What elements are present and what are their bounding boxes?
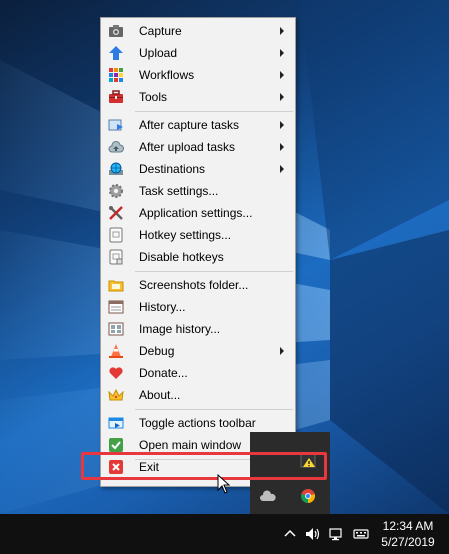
menu-item-label: After capture tasks	[139, 118, 240, 132]
menu-item-history[interactable]: History...	[102, 296, 294, 318]
menu-item-label: Donate...	[139, 366, 188, 380]
submenu-arrow-icon	[280, 347, 284, 355]
menu-item-label: Disable hotkeys	[139, 250, 224, 264]
menu-item-hotkey-settings[interactable]: Hotkey settings...	[102, 224, 294, 246]
tray-context-menu: Capture Upload Workflows Tools After cap…	[100, 17, 296, 487]
menu-item-application-settings[interactable]: Application settings...	[102, 202, 294, 224]
image-grid-icon	[108, 321, 124, 337]
menu-item-label: After upload tasks	[139, 140, 236, 154]
submenu-arrow-icon	[280, 49, 284, 57]
menu-item-label: About...	[139, 388, 181, 402]
menu-item-upload[interactable]: Upload	[102, 42, 294, 64]
submenu-arrow-icon	[280, 165, 284, 173]
history-window-icon	[108, 299, 124, 315]
menu-item-label: Workflows	[139, 68, 195, 82]
heart-icon	[108, 365, 124, 381]
menu-item-label: Upload	[139, 46, 178, 60]
onedrive-cloud-icon[interactable]	[260, 488, 276, 504]
menu-item-label: Capture	[139, 24, 182, 38]
menu-item-toggle-actions-toolbar[interactable]: Toggle actions toolbar	[102, 412, 294, 434]
submenu-arrow-icon	[280, 121, 284, 129]
folder-icon	[108, 277, 124, 293]
menu-item-label: Application settings...	[139, 206, 253, 220]
camera-icon	[108, 23, 124, 39]
keyboard-icon[interactable]	[353, 526, 369, 542]
submenu-arrow-icon	[280, 71, 284, 79]
network-icon[interactable]	[329, 526, 345, 542]
crown-icon	[108, 387, 124, 403]
menu-item-after-capture-tasks[interactable]: After capture tasks	[102, 114, 294, 136]
exit-highlight-box	[81, 452, 327, 480]
chevron-up-icon[interactable]	[282, 526, 298, 542]
toolbox-icon	[108, 89, 124, 105]
keyboard-key-disabled-icon	[108, 249, 124, 265]
menu-item-about[interactable]: About...	[102, 384, 294, 406]
menu-item-donate[interactable]: Donate...	[102, 362, 294, 384]
menu-item-tools[interactable]: Tools	[102, 86, 294, 108]
menu-item-capture[interactable]: Capture	[102, 20, 294, 42]
toolbar-icon	[108, 415, 124, 431]
mouse-pointer-icon	[217, 474, 231, 494]
chrome-app-icon[interactable]	[300, 488, 316, 504]
menu-item-label: Open main window	[139, 438, 242, 452]
grid-icon	[108, 67, 124, 83]
menu-item-image-history[interactable]: Image history...	[102, 318, 294, 340]
menu-item-label: Screenshots folder...	[139, 278, 249, 292]
menu-separator	[135, 111, 293, 112]
menu-item-disable-hotkeys[interactable]: Disable hotkeys	[102, 246, 294, 268]
menu-item-label: Hotkey settings...	[139, 228, 232, 242]
submenu-arrow-icon	[280, 27, 284, 35]
image-arrow-icon	[108, 117, 124, 133]
menu-item-screenshots-folder[interactable]: Screenshots folder...	[102, 274, 294, 296]
keyboard-key-icon	[108, 227, 124, 243]
menu-item-workflows[interactable]: Workflows	[102, 64, 294, 86]
clock-time: 12:34 AM	[382, 519, 434, 533]
clock-date: 5/27/2019	[381, 535, 435, 549]
menu-separator	[135, 409, 293, 410]
menu-item-destinations[interactable]: Destinations	[102, 158, 294, 180]
menu-item-label: History...	[139, 300, 186, 314]
menu-item-label: Task settings...	[139, 184, 219, 198]
check-icon	[108, 437, 124, 453]
submenu-arrow-icon	[280, 143, 284, 151]
gear-icon	[108, 183, 124, 199]
menu-item-label: Destinations	[139, 162, 206, 176]
submenu-arrow-icon	[280, 93, 284, 101]
wrench-screwdriver-icon	[108, 205, 124, 221]
globe-monitor-icon	[108, 161, 124, 177]
menu-separator	[135, 271, 293, 272]
menu-item-after-upload-tasks[interactable]: After upload tasks	[102, 136, 294, 158]
menu-item-task-settings[interactable]: Task settings...	[102, 180, 294, 202]
menu-item-label: Toggle actions toolbar	[139, 416, 256, 430]
menu-item-label: Image history...	[139, 322, 221, 336]
upload-arrow-icon	[108, 45, 124, 61]
menu-item-debug[interactable]: Debug	[102, 340, 294, 362]
taskbar-clock[interactable]: 12:34 AM 5/27/2019	[378, 518, 438, 550]
menu-item-label: Tools	[139, 90, 168, 104]
traffic-cone-icon	[108, 343, 124, 359]
cloud-icon	[108, 139, 124, 155]
speaker-icon[interactable]	[305, 526, 321, 542]
menu-item-label: Debug	[139, 344, 175, 358]
taskbar: 12:34 AM 5/27/2019	[0, 514, 449, 554]
